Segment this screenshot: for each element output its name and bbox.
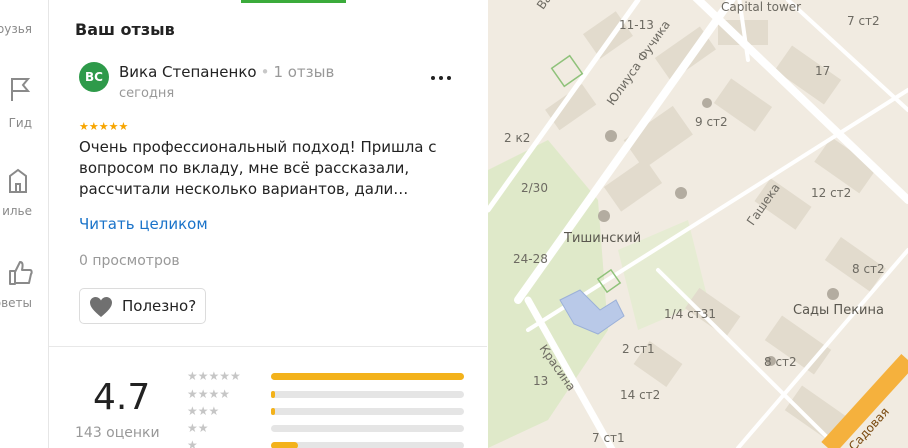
map-house-label: 12 ст2	[811, 186, 852, 200]
rating-count: 143 оценки	[75, 425, 160, 441]
separator-dot: •	[260, 63, 270, 81]
review-date: сегодня	[119, 86, 175, 101]
rating-bar-track	[271, 391, 464, 398]
helpful-label: Полезно?	[122, 297, 197, 315]
left-nav: рузья Гид илье оветы	[0, 0, 49, 448]
rating-bar-4[interactable]: ★★★★	[187, 387, 467, 401]
map-house-label: 2 к2	[504, 131, 531, 145]
map-place-label: Сады Пекина	[793, 303, 884, 318]
section-title: Ваш отзыв	[75, 20, 175, 39]
nav-item-guide[interactable]: Гид	[0, 76, 48, 136]
read-more-link[interactable]: Читать целиком	[79, 215, 208, 233]
rating-bar-track	[271, 373, 464, 380]
nav-label-guide: Гид	[8, 116, 32, 130]
author-name[interactable]: Вика Степаненко	[119, 63, 257, 81]
rating-bar-stars: ★★★★★	[187, 369, 241, 383]
map-house-label: 2 ст1	[622, 342, 655, 356]
nav-label-housing: илье	[2, 204, 32, 218]
rating-bar-fill	[271, 373, 464, 380]
rating-bar-track	[271, 408, 464, 415]
map-house-label: 7 ст2	[847, 14, 880, 28]
more-options-icon[interactable]	[429, 68, 453, 82]
nav-item-friends[interactable]: рузья	[0, 0, 48, 52]
rating-bar-track	[271, 442, 464, 448]
rating-bar-stars: ★★	[187, 421, 209, 435]
map-house-label: 17	[815, 64, 831, 78]
rating-bar-stars: ★★★★	[187, 387, 231, 401]
helpful-button[interactable]: Полезно?	[79, 288, 206, 324]
review-panel: Ваш отзыв ВС Вика Степаненко • 1 отзыв сег…	[49, 0, 487, 448]
building-icon	[9, 168, 27, 193]
map-house-label: 1/4 ст31	[664, 307, 716, 321]
rating-bar-2[interactable]: ★★	[187, 421, 467, 435]
flag-icon	[11, 78, 31, 101]
map-house-label: 8 ст2	[852, 262, 885, 276]
nav-item-tips[interactable]: оветы	[0, 260, 48, 320]
rating-value: 4.7	[93, 377, 151, 418]
active-tab-indicator	[241, 0, 346, 3]
map-house-label: 11-13	[619, 18, 654, 32]
review-author: Вика Степаненко • 1 отзыв	[119, 63, 334, 81]
map-house-label: 13	[533, 374, 549, 388]
nav-label-tips: оветы	[0, 296, 32, 310]
map-house-label: 8 ст2	[764, 355, 797, 369]
rating-bar-5[interactable]: ★★★★★	[187, 369, 467, 383]
map-place-label: Тишинский	[564, 231, 642, 246]
map-place-label: Capital tower	[721, 0, 802, 14]
rating-bar-1[interactable]: ★	[187, 438, 467, 448]
rating-bar-track	[271, 425, 464, 432]
map-view[interactable]: Васи Capital tower 7 ст2 11-13 Юлиуса Фу…	[488, 0, 908, 448]
rating-bar-fill	[271, 442, 299, 448]
map-house-label: 14 ст2	[620, 388, 661, 402]
nav-label-friends: рузья	[0, 22, 32, 36]
divider	[49, 346, 487, 347]
rating-bar-fill	[271, 391, 275, 398]
map-house-label: 2/30	[521, 181, 548, 195]
author-review-count: 1 отзыв	[273, 63, 335, 81]
rating-bar-stars: ★★★	[187, 404, 220, 418]
map-house-label: 24-28	[513, 252, 548, 266]
review-text: Очень профессиональный подход! Пришла с …	[79, 138, 437, 198]
rating-bar-fill	[271, 408, 275, 415]
map-canvas	[488, 0, 908, 448]
map-house-label: 9 ст2	[695, 115, 728, 129]
review-stars: ★★★★★	[79, 120, 129, 133]
nav-item-housing[interactable]: илье	[0, 168, 48, 228]
thumbs-up-icon	[9, 261, 33, 285]
avatar[interactable]: ВС	[79, 62, 109, 92]
rating-bar-3[interactable]: ★★★	[187, 404, 467, 418]
views-count: 0 просмотров	[79, 253, 180, 269]
map-house-label: 7 ст1	[592, 431, 625, 445]
rating-bar-stars: ★	[187, 438, 198, 448]
heart-icon	[90, 297, 112, 317]
